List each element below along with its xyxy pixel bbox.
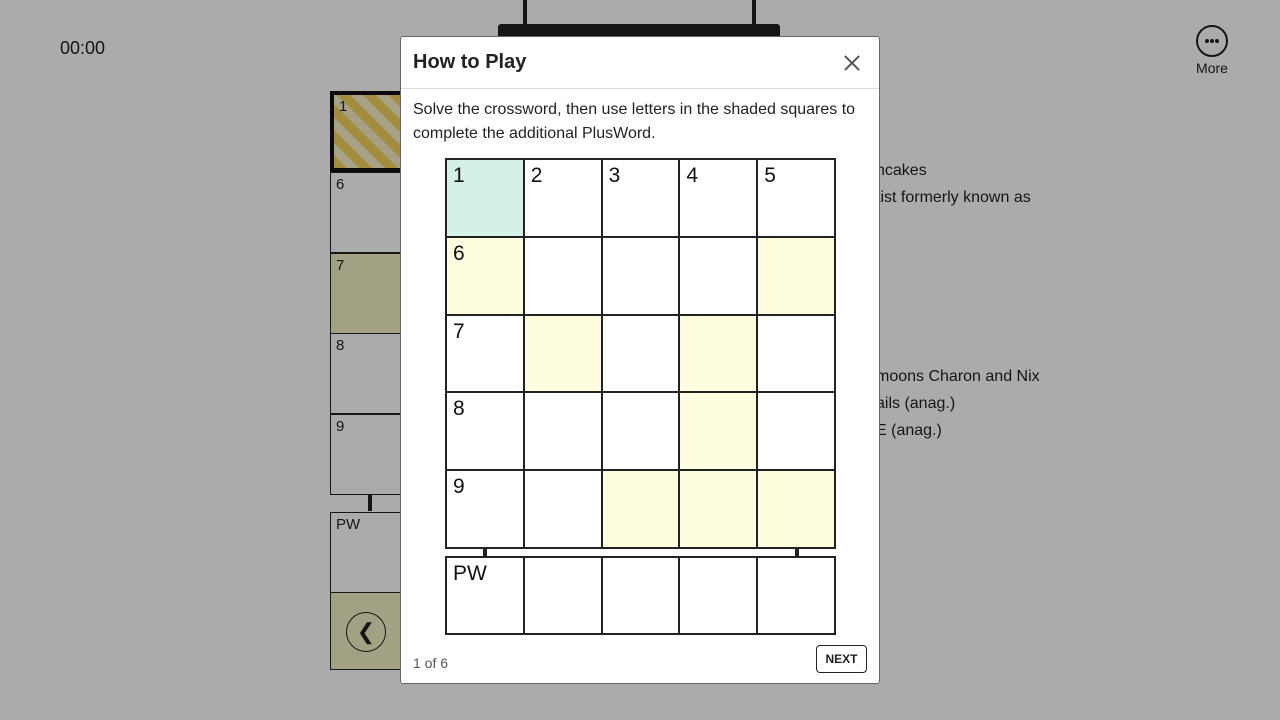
example-grid-cell <box>523 470 602 548</box>
instructions-text: Solve the crossword, then use letters in… <box>413 101 856 142</box>
cell-number: 3 <box>608 164 621 187</box>
example-grid-cell <box>601 314 680 393</box>
page-indicator: 1 of 6 <box>413 655 449 671</box>
example-grid-cell <box>601 236 680 315</box>
cell-number: 7 <box>453 319 465 343</box>
example-plusword-cell <box>601 557 680 634</box>
example-grid-cell: 1 <box>446 159 524 237</box>
cell-number: 8 <box>453 397 465 421</box>
example-grid-cell <box>523 314 602 393</box>
next-button[interactable]: NEXT <box>816 645 867 673</box>
example-grid-cell <box>679 392 758 471</box>
example-grid: 1 2 3 4 5 6 7 8 9 <box>445 158 836 549</box>
example-grid-cell <box>523 236 602 315</box>
cell-number: 9 <box>453 475 465 499</box>
cell-number: 5 <box>764 164 776 187</box>
example-grid-cell <box>757 236 835 315</box>
example-grid-cell: 7 <box>446 314 524 393</box>
example-plusword-cell <box>523 557 602 634</box>
cell-number: PW <box>453 562 487 585</box>
example-grid-cell: 5 <box>757 159 835 237</box>
example-grid-cell: 4 <box>679 159 758 237</box>
example-grid-cell <box>757 470 835 548</box>
example-grid-cell: 3 <box>601 159 680 237</box>
example-plusword-cell <box>757 557 835 634</box>
example-grid-cell <box>679 470 758 548</box>
example-grid-cell <box>757 314 835 393</box>
dialog-title: How to Play <box>413 51 527 73</box>
example-plusword-cell: PW <box>446 557 524 634</box>
cell-number: 6 <box>453 241 465 265</box>
example-plusword-cell <box>679 557 758 634</box>
example-plusword-row: PW <box>445 556 836 635</box>
cell-number: 1 <box>453 164 465 187</box>
example-grid-cell: 8 <box>446 392 524 471</box>
how-to-play-dialog: How to Play Solve the crossword, then us… <box>400 36 880 684</box>
close-icon[interactable] <box>841 52 863 74</box>
example-grid-cell: 9 <box>446 470 524 548</box>
cell-number: 4 <box>686 164 699 187</box>
cell-number: 2 <box>530 164 543 187</box>
example-grid-cell <box>757 392 835 471</box>
example-grid-cell: 6 <box>446 236 524 315</box>
dialog-header: How to Play <box>401 37 879 89</box>
example-grid-cell <box>679 314 758 393</box>
example-grid-cell <box>679 236 758 315</box>
example-grid-cell: 2 <box>523 159 602 237</box>
example-grid-cell <box>523 392 602 471</box>
example-grid-cell <box>601 470 680 548</box>
example-grid-cell <box>601 392 680 471</box>
